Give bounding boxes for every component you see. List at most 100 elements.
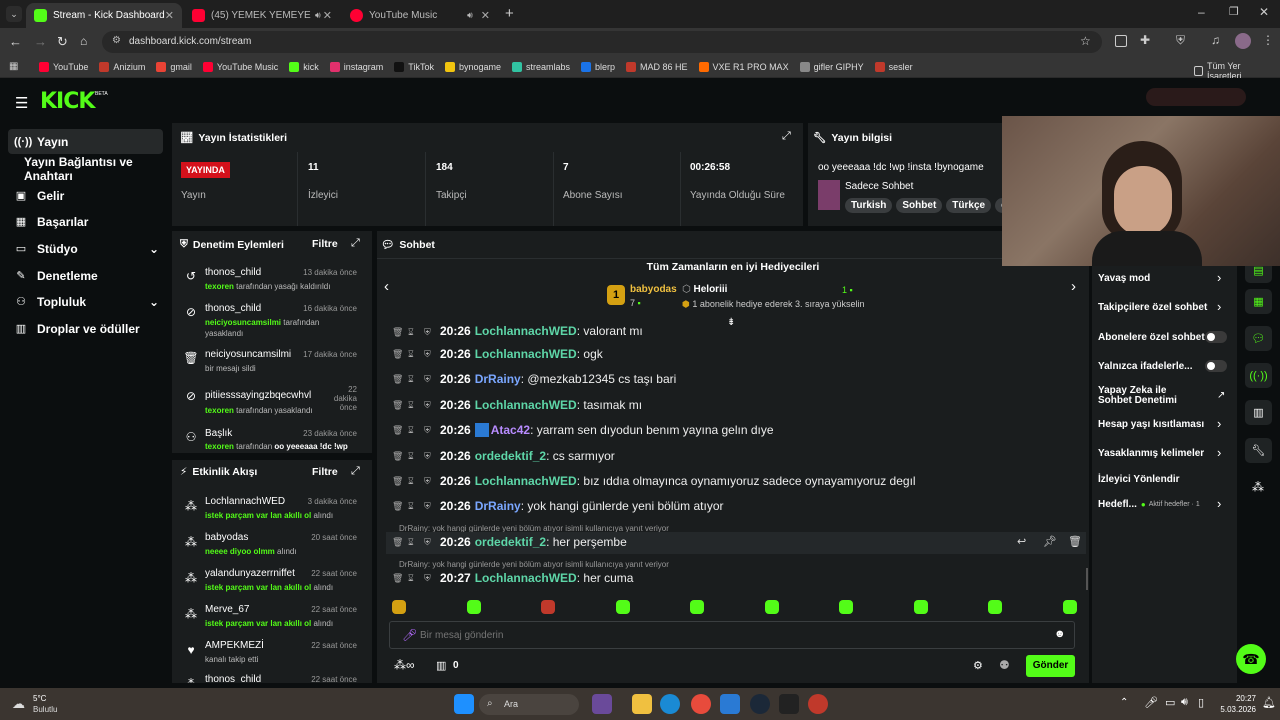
timeout-icon[interactable]: ⌛︎ [408,327,420,338]
ban-icon[interactable]: ⛨ [424,374,436,385]
chat-message[interactable]: 🗑︎ ⌛︎ ⛨ 20:27 LochlannachWED: her cuma [392,568,633,588]
timeout-icon[interactable]: ⌛︎ [408,425,420,436]
slow-mode-setting[interactable]: Yavaş mod [1098,273,1150,284]
tag[interactable]: Turkish [845,198,893,213]
trash-icon[interactable]: 🗑︎ [392,501,404,512]
nav-topluluk[interactable]: ⚇ Topluluk ⌄ [8,289,163,314]
mod-item-name[interactable]: thonos_child [205,267,261,278]
sidebar-chat-icon[interactable]: 💬︎ [1245,326,1272,351]
extensions-icon[interactable]: ✚ [1140,33,1150,47]
emote-icon[interactable] [541,600,555,614]
emote-icon[interactable] [392,600,406,614]
emote-icon[interactable] [913,600,928,614]
ban-icon[interactable]: ⛨ [424,451,436,462]
goals-setting[interactable]: Hedefl... ● Aktif hedefler · 1 [1098,499,1200,510]
reload-icon[interactable]: ↻ [57,34,68,50]
bookmark-star-icon[interactable]: ☆ [1080,34,1091,48]
sidebar-list-icon[interactable]: ▦ [1245,289,1272,314]
close-tab-icon[interactable]: ✕ [165,9,174,22]
expand-icon[interactable]: ⤢ [782,130,791,143]
timeout-icon[interactable]: ⌛︎ [408,476,420,487]
bookmark-item[interactable]: blerp [581,62,615,72]
message-user[interactable]: ordedektif_2 [475,535,546,549]
bookmark-item[interactable]: MAD 86 HE [626,62,688,72]
mod-filter-button[interactable]: Filtre [312,238,338,250]
message-user[interactable]: LochlannachWED [475,474,577,488]
emote-icon[interactable] [988,600,1002,614]
bookmark-item[interactable]: YouTube [39,62,88,72]
volume-icon[interactable]: 🔊︎ [1181,696,1188,709]
nav-yayin[interactable]: ((·)) Yayın [8,129,163,154]
timeout-icon[interactable]: ⌛︎ [408,451,420,462]
mod-item-name[interactable]: pitiiesssayingzbqecwhvl [205,390,311,401]
tab-kick-dashboard[interactable]: Stream - Kick Dashboard ✕ [26,3,182,28]
ban-icon[interactable]: ⛨ [424,349,436,360]
message-user[interactable]: LochlannachWED [475,398,577,412]
site-info-icon[interactable]: ⚙ [112,35,121,46]
speaker-icon[interactable]: 🔊︎ [467,10,473,21]
carousel-prev-icon[interactable]: ‹ [384,278,389,295]
url-field[interactable]: ⚙ dashboard.kick.com/stream ☆ [102,31,1102,53]
kick-logo[interactable]: KICK [40,89,95,114]
mod-item-actor[interactable]: neiciyosuncamsilmi [205,318,281,327]
raid-setting[interactable]: İzleyici Yönlendir [1098,474,1180,485]
chrome-icon[interactable] [691,694,711,714]
epic-games-icon[interactable] [779,694,799,714]
mod-item-name[interactable]: Başlık [205,428,232,439]
emote-icon[interactable] [690,600,704,614]
profile-avatar[interactable] [1235,33,1251,49]
chat-message[interactable]: 🗑︎ ⌛︎ ⛨ 20:26 LochlannachWED: tasımak mı [392,395,642,415]
back-icon[interactable]: ← [9,34,22,49]
activity-name[interactable]: babyodas [205,532,248,543]
vpn-icon[interactable]: ⛨ [1176,33,1185,48]
trash-icon[interactable]: 🗑︎ [392,327,404,338]
taskbar-search[interactable]: ⌕ Ara [479,694,579,715]
ban-icon[interactable]: ⛨ [424,327,436,338]
banned-words-setting[interactable]: Yasaklanmış kelimeler [1098,448,1204,459]
screenshot-icon[interactable] [1115,35,1127,47]
ban-icon[interactable]: ⛨ [424,573,436,584]
app-icon[interactable] [808,694,828,714]
send-button[interactable]: Gönder [1026,655,1075,677]
microphone-icon[interactable]: 🎤︎ [402,628,417,642]
chat-message[interactable]: 🗑︎ ⌛︎ ⛨ 20:26 LochlannachWED: bız ıddıa olma… [392,471,916,491]
activity-name[interactable]: AMPEKMEZİ [205,640,264,651]
bookmark-item[interactable]: YouTube Music [202,62,278,72]
bookmark-item[interactable]: TikTok [394,62,434,72]
activity-filter-button[interactable]: Filtre [312,466,338,478]
message-user[interactable]: LochlannachWED [475,324,577,338]
message-user[interactable]: LochlannachWED [475,347,577,361]
bookmark-item[interactable]: Anizium [99,62,145,72]
mic-tray-icon[interactable]: 🎤︎ [1144,696,1158,709]
trash-icon[interactable]: 🗑︎ [392,374,404,385]
clock-time[interactable]: 20:27 [1214,694,1256,703]
chat-message[interactable]: 🗑︎ ⌛︎ ⛨ 20:26 DrRainy: yok hangi günlerde ye… [392,496,724,516]
nav-stream-key[interactable]: Yayın Bağlantısı ve Anahtarı [8,155,163,183]
nav-basarilar[interactable]: ▦ Başarılar [8,209,163,234]
maximize-icon[interactable]: ❐ [1229,5,1239,18]
bookmark-item[interactable]: kick [289,62,319,72]
help-button-icon[interactable]: ☎ [1236,644,1266,674]
bookmark-item[interactable]: streamlabs [512,62,570,72]
message-user[interactable]: DrRainy [475,499,521,513]
edge-icon[interactable] [660,694,680,714]
forward-icon[interactable]: → [34,34,47,49]
activity-name[interactable]: LochlannachWED [205,496,285,507]
bookmark-item[interactable]: instagram [329,62,383,72]
ban-icon[interactable]: ⛨ [424,537,436,548]
chat-message[interactable]: 🗑︎ ⌛︎ ⛨ 20:26 ordedektif_2: cs sarmıyor [392,446,615,466]
taskbar-app-icon[interactable] [592,694,612,714]
hamburger-menu-icon[interactable]: ☰ [15,94,28,112]
chat-scrollbar[interactable] [1086,568,1088,590]
tab-youtube[interactable]: (45) YEMEK YEMEYE OTURU 🔊︎ ✕ [184,3,340,28]
emotes-only-toggle[interactable] [1205,360,1227,372]
pin-collapse-icon[interactable]: ⇟ [727,317,735,328]
new-tab-icon[interactable]: + [505,5,514,22]
ban-icon[interactable]: ⛨ [424,400,436,411]
carousel-next-icon[interactable]: › [1071,278,1076,295]
tab-youtube-music[interactable]: YouTube Music 🔊︎ ✕ [342,3,498,28]
battery-icon[interactable]: ▯ [1198,696,1204,709]
tag[interactable]: Sohbet [896,198,943,213]
nav-droplar[interactable]: ▥ Droplar ve ödüller [8,316,163,341]
steam-icon[interactable] [750,694,770,714]
